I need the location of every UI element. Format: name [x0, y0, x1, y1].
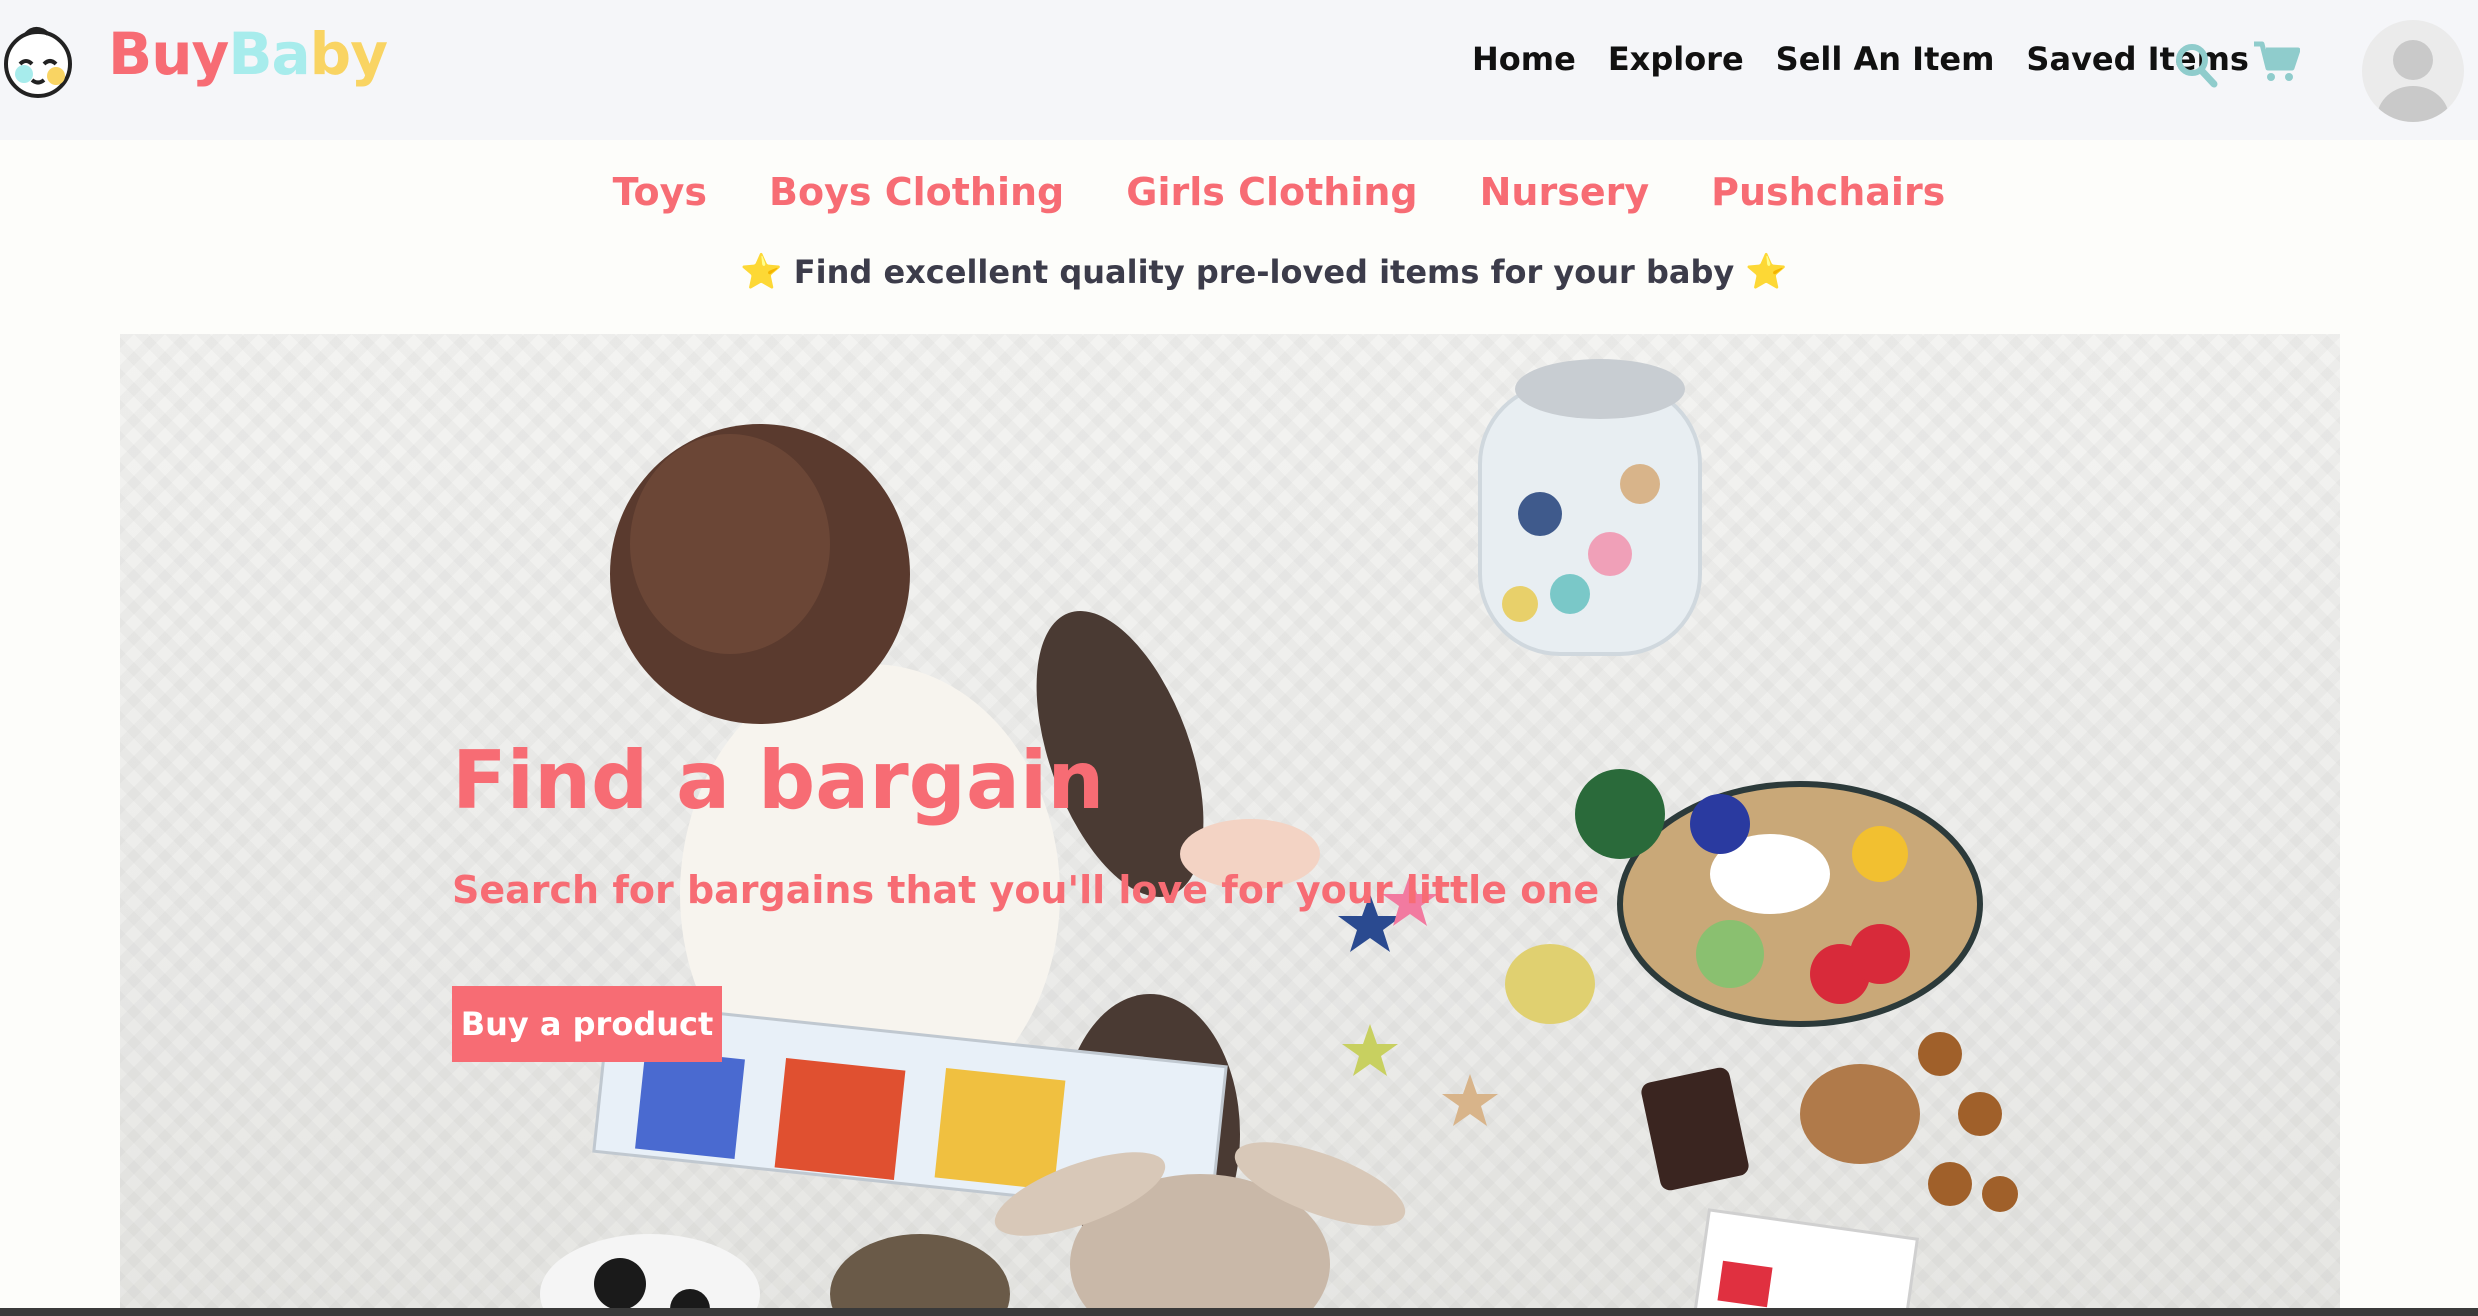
- hero-banner: Find a bargain Search for bargains that …: [120, 334, 2340, 1316]
- tagline: ⭐ Find excellent quality pre-loved items…: [0, 252, 2478, 292]
- hero-title: Find a bargain: [452, 734, 1105, 827]
- top-navbar: BuyBaby Home Explore Sell An Item Saved …: [0, 0, 2478, 140]
- user-avatar-icon: [2377, 40, 2449, 122]
- user-avatar[interactable]: [2362, 20, 2464, 122]
- tagline-text: Find excellent quality pre-loved items f…: [793, 253, 1735, 291]
- star-icon-left: ⭐: [740, 252, 783, 292]
- brand-text-ba: Ba: [228, 20, 310, 88]
- buy-product-button[interactable]: Buy a product: [452, 986, 722, 1062]
- star-icon-right: ⭐: [1745, 252, 1788, 292]
- category-pushchairs-link[interactable]: Pushchairs: [1711, 170, 1945, 214]
- brand-text-buy: Buy: [108, 20, 229, 88]
- cart-icon[interactable]: [2252, 40, 2300, 84]
- main-nav: Home Explore Sell An Item Saved Items: [1472, 40, 2281, 78]
- brand-logo[interactable]: BuyBaby: [108, 20, 388, 88]
- bottom-divider: [0, 1308, 2478, 1316]
- nav-explore-link[interactable]: Explore: [1608, 40, 1744, 78]
- nav-home-link[interactable]: Home: [1472, 40, 1576, 78]
- hero-subtitle: Search for bargains that you'll love for…: [452, 868, 1600, 912]
- category-girls-clothing-link[interactable]: Girls Clothing: [1126, 170, 1417, 214]
- search-icon[interactable]: [2174, 42, 2218, 88]
- category-toys-link[interactable]: Toys: [613, 170, 707, 214]
- category-bar: Toys Boys Clothing Girls Clothing Nurser…: [0, 170, 2478, 214]
- category-nursery-link[interactable]: Nursery: [1480, 170, 1650, 214]
- category-boys-clothing-link[interactable]: Boys Clothing: [769, 170, 1064, 214]
- baby-face-icon[interactable]: [0, 24, 76, 100]
- brand-text-by: by: [309, 20, 388, 88]
- nav-sell-item-link[interactable]: Sell An Item: [1776, 40, 1995, 78]
